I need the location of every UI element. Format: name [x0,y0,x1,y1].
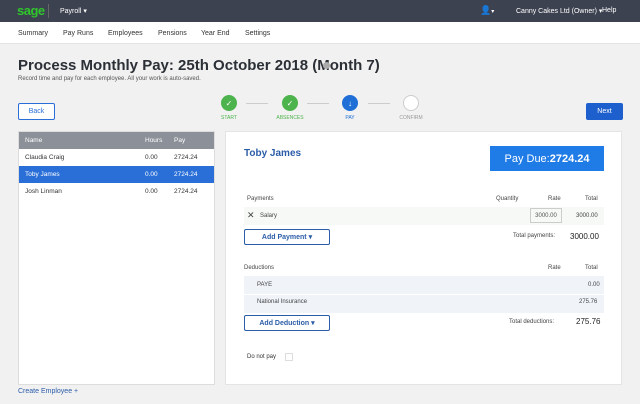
col-total: Total [585,265,598,271]
step-absences-check-icon: ✓ [282,95,298,111]
nav-employees[interactable]: Employees [108,30,143,37]
step-label: ABSENCES [276,115,304,121]
step-start-check-icon: ✓ [221,95,237,111]
col-pay: Pay [174,137,186,144]
deductions-header: Deductions [244,265,275,271]
step-connector [368,103,390,104]
main-nav: Summary Pay Runs Employees Pensions Year… [0,22,640,44]
rate-input[interactable]: 3000.00 [530,208,562,223]
product-menu[interactable]: Payroll ▾ [60,7,87,15]
nav-year-end[interactable]: Year End [201,30,230,37]
pay-due-label: Pay Due: [504,152,550,165]
add-payment-button[interactable]: Add Payment ▾ [244,229,330,245]
next-button[interactable]: Next [586,103,623,120]
deduction-row [244,276,604,294]
col-quantity: Quantity [496,196,519,202]
deduction-total: 275.76 [579,299,598,305]
employee-hours: 0.00 [145,188,158,195]
col-name: Name [25,137,43,144]
nav-pay-runs[interactable]: Pay Runs [63,30,93,37]
nav-pensions[interactable]: Pensions [158,30,187,37]
deduction-name: PAYE [257,282,273,288]
employee-name: Josh Linman [25,188,62,195]
employee-name: Toby James [25,171,60,178]
remove-icon[interactable]: ✕ [247,210,255,221]
payment-total: 3000.00 [576,213,598,219]
user-menu-caret: ▾ [491,9,495,15]
employee-hours: 0.00 [145,171,158,178]
company-menu[interactable]: Canny Cakes Ltd (Owner) ▾ [516,7,602,15]
employee-list: Name Hours Pay Claudia Craig 0.00 2724.2… [18,131,215,385]
total-payments-label: Total payments: [513,233,556,239]
col-total: Total [585,196,598,202]
step-label: PAY [345,115,355,121]
step-confirm-icon [403,95,419,111]
step-label: START [221,115,237,121]
back-button[interactable]: Back [18,103,55,120]
pay-due-value: 2724.24 [549,152,590,165]
step-label: CONFIRM [399,115,423,121]
divider [48,4,49,18]
total-deductions-label: Total deductions: [509,319,555,325]
do-not-pay-label: Do not pay [247,354,277,360]
employee-name-heading: Toby James [244,148,302,159]
payments-header: Payments [247,196,274,202]
employee-row-selected[interactable]: Toby James 0.00 2724.24 [19,166,214,183]
help-link[interactable]: Help [602,7,616,14]
step-connector [307,103,329,104]
list-header: Name Hours Pay [19,132,214,149]
employee-name: Claudia Craig [25,154,65,161]
employee-row[interactable]: Claudia Craig 0.00 2724.24 [19,149,214,166]
sage-logo[interactable]: sage [17,3,45,18]
create-employee-link[interactable]: Create Employee + [18,388,78,395]
employee-row[interactable]: Josh Linman 0.00 2724.24 [19,183,214,200]
employee-pay: 2724.24 [174,188,198,195]
col-hours: Hours [145,137,163,144]
col-rate: Rate [548,196,561,202]
total-payments-value: 3000.00 [570,232,599,241]
top-bar: sage Payroll ▾ 👤▾ Canny Cakes Ltd (Owner… [0,0,640,22]
deduction-total: 0.00 [588,282,600,288]
deduction-name: National Insurance [257,299,308,305]
step-connector [246,103,268,104]
page-subtitle: Record time and pay for each employee. A… [18,76,201,82]
nav-settings[interactable]: Settings [245,30,270,37]
pay-due-badge: Pay Due: 2724.24 [490,146,604,171]
total-deductions-value: 275.76 [576,317,601,326]
do-not-pay-checkbox[interactable] [285,353,293,361]
help-icon[interactable] [323,62,330,69]
add-deduction-button[interactable]: Add Deduction ▾ [244,315,330,331]
employee-detail: Toby James Pay Due: 2724.24 Payments Qua… [225,131,622,385]
step-pay-arrow-icon: ↓ [342,95,358,111]
col-rate: Rate [548,265,561,271]
employee-pay: 2724.24 [174,171,198,178]
nav-summary[interactable]: Summary [18,30,48,37]
payment-name: Salary [260,213,278,219]
employee-pay: 2724.24 [174,154,198,161]
employee-hours: 0.00 [145,154,158,161]
user-icon[interactable]: 👤▾ [480,5,494,16]
